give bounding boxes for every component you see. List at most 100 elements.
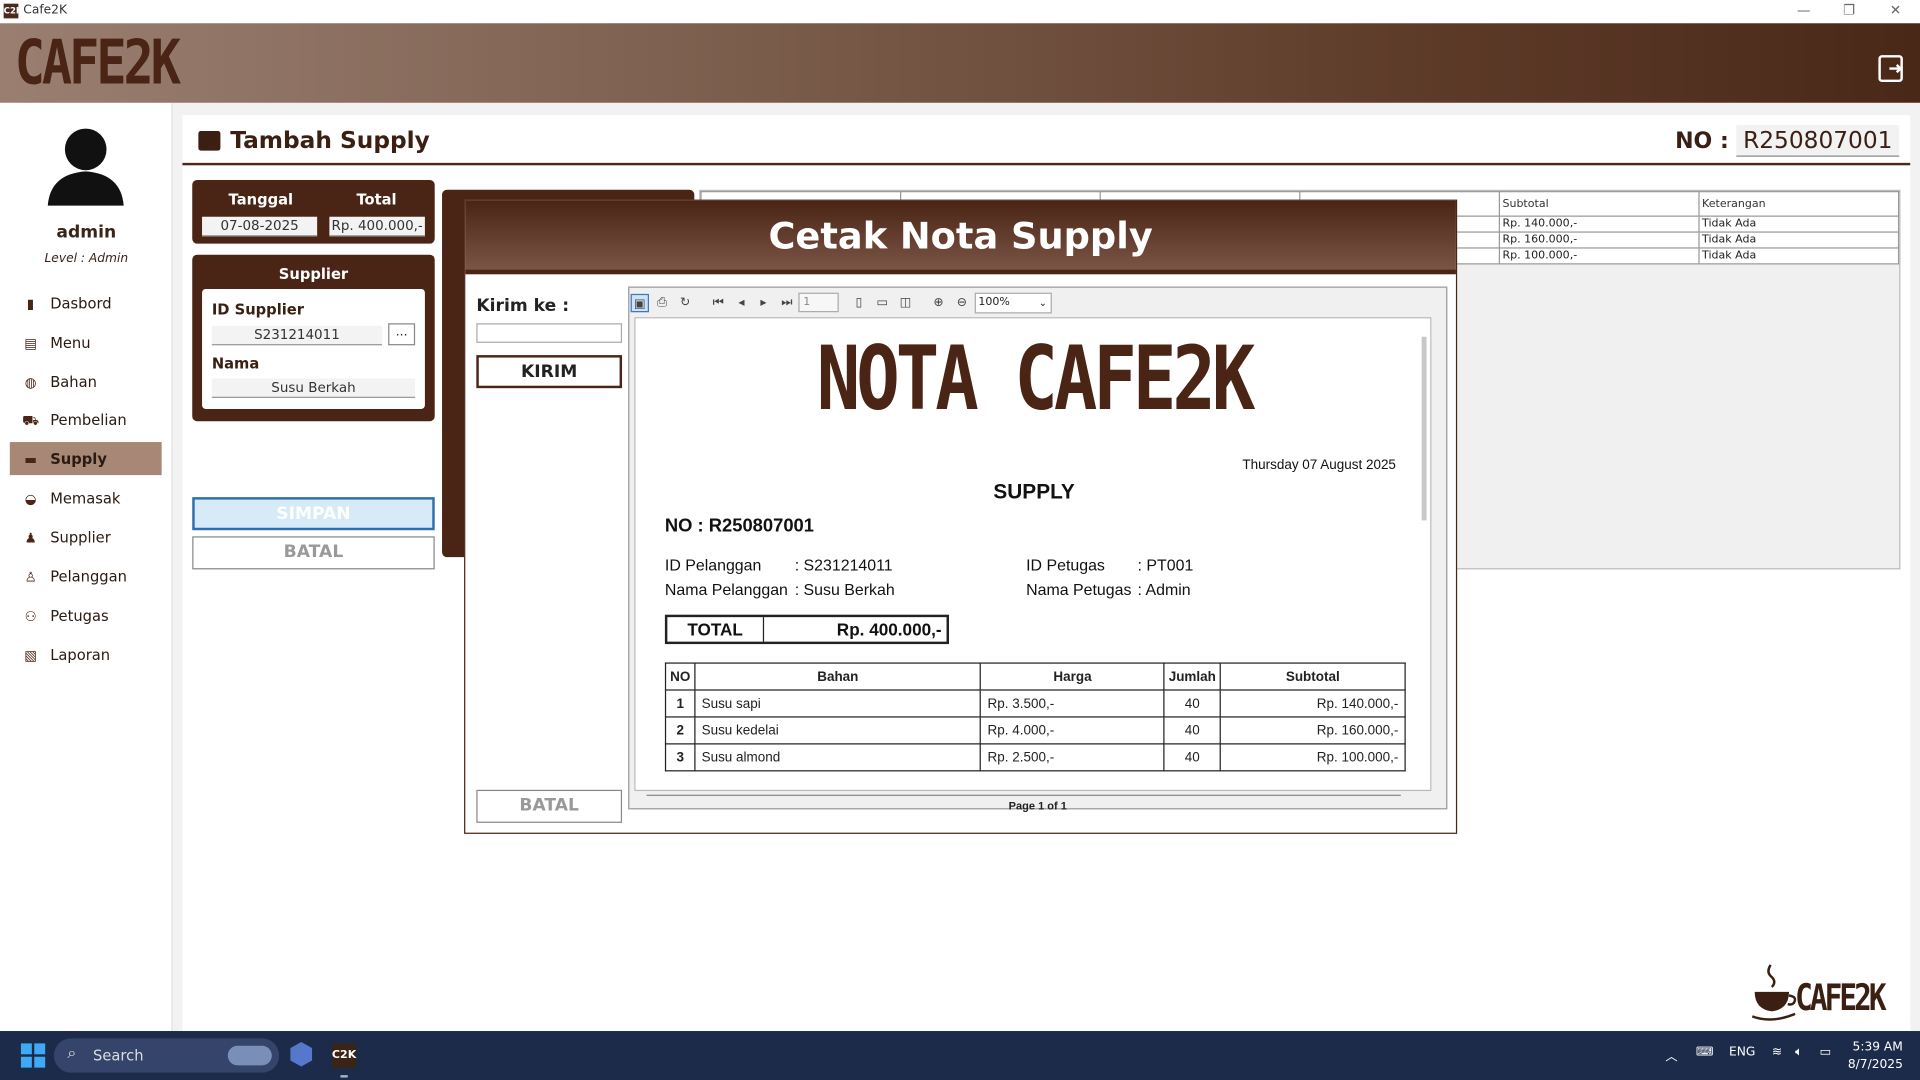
report-cell: Rp. 160.000,-: [1219, 716, 1406, 745]
tray-chevron-icon[interactable]: ︿: [1665, 1046, 1677, 1064]
no-field: R250807001: [1736, 124, 1900, 157]
total-field: Rp. 400.000,-: [329, 216, 425, 237]
sidebar-item-label: Bahan: [50, 372, 97, 391]
id-petugas-value: : PT001: [1137, 555, 1194, 575]
sidebar-item-menu[interactable]: ▤ Menu: [10, 326, 162, 359]
cafe2k-taskbar-icon[interactable]: C2K: [331, 1043, 357, 1068]
coffee-cup-icon: [1751, 964, 1797, 1021]
batal-button[interactable]: BATAL: [192, 536, 435, 570]
sidebar-item-bahan[interactable]: ◍ Bahan: [10, 365, 162, 398]
report-column-header: Harga: [980, 662, 1165, 691]
chevron-down-icon: ⌄: [1038, 297, 1047, 309]
print-layout-icon[interactable]: ◫: [896, 294, 914, 312]
kirim-input[interactable]: [476, 323, 623, 343]
report-cell: Rp. 100.000,-: [1219, 743, 1406, 772]
sidebar-item-laporan[interactable]: ▧ Laporan: [10, 638, 162, 671]
tanggal-field[interactable]: 07-08-2025: [202, 216, 318, 237]
taskbar-search[interactable]: ⌕ Search: [53, 1038, 280, 1073]
keyboard-icon[interactable]: ⌨: [1696, 1046, 1714, 1059]
report-scrollbar[interactable]: [1421, 336, 1427, 521]
report-title: NOTA CAFE2K: [816, 326, 1256, 430]
minimize-button[interactable]: —: [1794, 2, 1814, 19]
browse-supplier-button[interactable]: ...: [388, 323, 416, 346]
app-icon: C2K: [3, 3, 23, 19]
battery-icon[interactable]: ▭: [1820, 1046, 1832, 1059]
report-row: 1 Susu sapi Rp. 3.500,- 40 Rp. 140.000,-: [664, 689, 1406, 718]
report-cell: 2: [664, 716, 696, 745]
print-icon[interactable]: ⎙: [653, 294, 671, 312]
logout-icon[interactable]: [1878, 55, 1903, 83]
first-page-icon[interactable]: ⏮: [709, 294, 727, 312]
sidebar-item-label: Supply: [50, 450, 107, 468]
clock-time[interactable]: 5:39 AM: [1851, 1041, 1903, 1054]
tanggal-label: Tanggal: [228, 191, 294, 209]
kirim-button[interactable]: KIRIM: [476, 355, 623, 389]
header-divider: [182, 162, 1911, 166]
sidebar-item-supply[interactable]: ▬ Supply: [9, 442, 162, 476]
sidebar-item-pembelian[interactable]: ⛟ Pembelian: [10, 403, 162, 436]
volume-icon[interactable]: 🔈︎: [1795, 1046, 1802, 1059]
zoom-select[interactable]: 100% ⌄: [974, 292, 1052, 314]
report-cell: Susu almond: [694, 743, 982, 772]
last-page-icon[interactable]: ⏭: [778, 294, 796, 312]
zoom-out-icon[interactable]: ⊖: [953, 294, 971, 312]
page-indicator: Page 1 of 1: [1008, 799, 1067, 812]
id-supplier-field[interactable]: S231214011: [211, 325, 383, 346]
window-title-bar: C2K Cafe2K — ❐ ✕: [0, 0, 1920, 24]
next-page-icon[interactable]: ▸: [754, 294, 772, 312]
sidebar-item-label: Memasak: [50, 489, 121, 507]
zoom-in-icon[interactable]: ⊕: [929, 294, 947, 312]
bg-table-header: Subtotal: [1498, 191, 1700, 217]
id-supplier-label: ID Supplier: [211, 301, 305, 319]
clock-date[interactable]: 8/7/2025: [1844, 1058, 1903, 1071]
customer-icon: ♙: [24, 568, 37, 585]
save-icon[interactable]: ▣: [630, 293, 649, 313]
modal-batal-button[interactable]: BATAL: [476, 789, 623, 823]
nama-pelanggan-label: Nama Pelanggan: [664, 580, 788, 599]
report-cell: 40: [1163, 716, 1222, 745]
sidebar-item-pelanggan[interactable]: ♙ Pelanggan: [10, 560, 162, 593]
sidebar-item-label: Menu: [50, 333, 91, 351]
sidebar-item-petugas[interactable]: ⚇ Petugas: [10, 599, 162, 632]
avatar-icon: [47, 128, 124, 206]
report-cell: 1: [664, 689, 696, 718]
restore-button[interactable]: ❐: [1839, 2, 1859, 19]
close-button[interactable]: ✕: [1886, 2, 1906, 19]
sidebar-item-label: Dasbord: [50, 294, 112, 312]
staff-icon: ⚇: [24, 607, 37, 624]
sidebar-item-dasbord[interactable]: ▮ Dasbord: [10, 287, 162, 320]
report-total-value: Rp. 400.000,-: [836, 619, 942, 640]
app-cube-icon[interactable]: [290, 1042, 313, 1067]
ingredients-icon: ◍: [24, 374, 37, 391]
nama-label: Nama: [211, 355, 260, 373]
modal-title: Cetak Nota Supply: [768, 215, 1153, 259]
report-viewer: ▣ ⎙ ↻ ⏮ ◂ ▸ ⏭ 1 ▯ ▭ ◫ ⊕ ⊖ 100% ⌄ NOTA CA…: [628, 286, 1448, 812]
page-setup-icon[interactable]: ▯: [850, 294, 868, 312]
sidebar-item-memasak[interactable]: ◒ Memasak: [10, 481, 162, 514]
nama-pelanggan-value: : Susu Berkah: [794, 580, 895, 599]
report-cell: Rp. 2.500,-: [980, 743, 1165, 772]
table-cell: Tidak Ada: [1698, 231, 1900, 249]
report-cell: 3: [664, 743, 696, 772]
search-icon: ⌕: [67, 1044, 77, 1063]
sidebar-item-supplier[interactable]: ♟ Supplier: [10, 520, 162, 553]
report-cell: Rp. 140.000,-: [1219, 689, 1406, 718]
report-cell: Rp. 3.500,-: [980, 689, 1165, 718]
report-table: NO Bahan Harga Jumlah Subtotal 1 Susu sapi Rp.…: [664, 662, 1406, 772]
report-cell: 40: [1163, 689, 1222, 718]
page-number-input[interactable]: 1: [798, 292, 839, 313]
report-divider: [646, 794, 1401, 796]
language-indicator[interactable]: ENG: [1729, 1046, 1755, 1059]
wifi-icon[interactable]: ≋: [1772, 1046, 1782, 1059]
report-cell: Susu sapi: [694, 689, 982, 718]
no-label: NO :: [1675, 128, 1729, 155]
taskbar: ⌕ Search C2K ︿ ⌨ ENG ≋ 🔈︎ ▭ 5:39 AM 8/7/…: [0, 1031, 1920, 1080]
refresh-icon[interactable]: ↻: [676, 294, 694, 312]
report-page[interactable]: NOTA CAFE2K Thursday 07 August 2025 SUPP…: [634, 317, 1432, 792]
prev-page-icon[interactable]: ◂: [732, 294, 750, 312]
report-row: 2 Susu kedelai Rp. 4.000,- 40 Rp. 160.000,-: [664, 716, 1406, 745]
report-cell: 40: [1163, 743, 1222, 772]
simpan-button[interactable]: SIMPAN: [192, 497, 435, 531]
page-layout-icon[interactable]: ▭: [873, 294, 891, 312]
windows-start-icon[interactable]: [20, 1043, 46, 1068]
